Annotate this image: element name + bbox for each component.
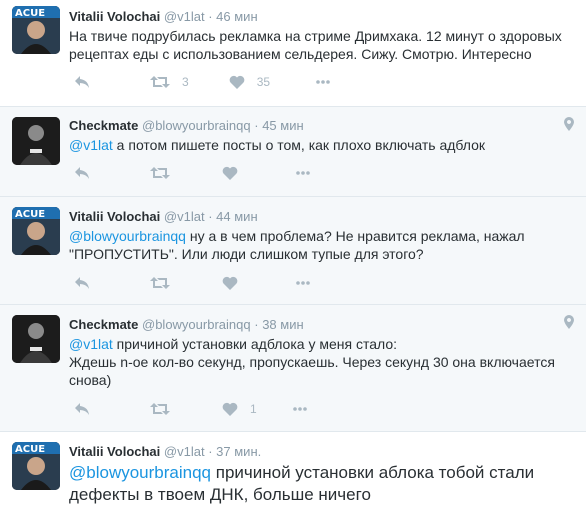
location-pin-icon[interactable] bbox=[564, 117, 574, 136]
like-button[interactable]: 1 bbox=[222, 402, 257, 416]
retweet-count: 3 bbox=[182, 75, 189, 89]
like-button[interactable]: 35 bbox=[229, 75, 270, 89]
avatar-vitalii[interactable]: ACUE bbox=[12, 207, 60, 255]
author-name[interactable]: Vitalii Volochai bbox=[69, 209, 160, 224]
tweet-header: Vitalii Volochai @v1lat · 44 мин bbox=[69, 209, 258, 225]
tweet-timestamp[interactable]: 37 мин. bbox=[216, 444, 261, 459]
reply-icon bbox=[75, 167, 89, 179]
more-button[interactable] bbox=[295, 170, 311, 176]
tweet-header: Checkmate @blowyourbrainqq · 45 мин bbox=[69, 118, 304, 134]
like-icon bbox=[222, 166, 238, 180]
author-name[interactable]: Vitalii Volochai bbox=[69, 444, 160, 459]
retweet-icon bbox=[150, 277, 170, 289]
tweet-5[interactable]: ACUE Vitalii Volochai @v1lat · 37 мин. @… bbox=[0, 432, 586, 514]
tweet-timestamp[interactable]: 45 мин bbox=[262, 118, 303, 133]
like-count: 35 bbox=[256, 75, 271, 89]
author-handle[interactable]: @v1lat bbox=[164, 444, 205, 459]
tweet-text: @v1lat а потом пишете посты о том, как п… bbox=[69, 136, 569, 154]
author-name[interactable]: Vitalii Volochai bbox=[69, 9, 160, 24]
svg-text:ACUE: ACUE bbox=[15, 444, 45, 455]
tweet-header: Checkmate @blowyourbrainqq · 38 мин bbox=[69, 317, 304, 333]
tweet-actions: 3 35 bbox=[74, 74, 331, 90]
mention-link[interactable]: @blowyourbrainqq bbox=[69, 228, 186, 244]
retweet-button[interactable]: 3 bbox=[150, 75, 189, 89]
like-icon bbox=[229, 75, 245, 89]
author-handle[interactable]: @v1lat bbox=[164, 9, 205, 24]
location-pin-icon[interactable] bbox=[564, 315, 574, 334]
reply-icon bbox=[75, 76, 89, 88]
retweet-button[interactable] bbox=[150, 402, 182, 416]
tweet-timestamp[interactable]: 38 мин bbox=[262, 317, 303, 332]
tweet-text: @blowyourbrainqq ну а в чем проблема? Не… bbox=[69, 227, 569, 263]
mention-link[interactable]: @blowyourbrainqq bbox=[69, 463, 211, 482]
reply-button[interactable] bbox=[74, 75, 90, 89]
like-button[interactable] bbox=[222, 166, 250, 180]
author-name[interactable]: Checkmate bbox=[69, 118, 138, 133]
more-icon bbox=[296, 171, 310, 175]
retweet-icon bbox=[150, 167, 170, 179]
tweet-actions bbox=[74, 275, 311, 291]
more-icon bbox=[296, 281, 310, 285]
like-icon bbox=[222, 276, 238, 290]
time-separator: · bbox=[254, 317, 259, 332]
time-separator: · bbox=[208, 209, 213, 224]
avatar-checkmate[interactable] bbox=[12, 117, 60, 165]
tweet-body: причиной установки адблока у меня стало:… bbox=[69, 336, 555, 388]
more-icon bbox=[292, 407, 307, 411]
avatar-checkmate[interactable] bbox=[12, 315, 60, 363]
author-name[interactable]: Checkmate bbox=[69, 317, 138, 332]
tweet-text: @v1lat причиной установки адблока у меня… bbox=[69, 335, 569, 389]
more-button[interactable] bbox=[292, 406, 308, 412]
svg-text:ACUE: ACUE bbox=[15, 209, 45, 220]
like-count: 1 bbox=[250, 402, 257, 416]
avatar-vitalii[interactable]: ACUE bbox=[12, 442, 60, 490]
tweet-header: Vitalii Volochai @v1lat · 37 мин. bbox=[69, 444, 261, 460]
retweet-button[interactable] bbox=[150, 276, 182, 290]
like-button[interactable] bbox=[222, 276, 250, 290]
time-separator: · bbox=[254, 118, 259, 133]
reply-button[interactable] bbox=[74, 276, 90, 290]
tweet-body: На твиче подрубилась рекламка на стриме … bbox=[69, 28, 562, 62]
mention-link[interactable]: @v1lat bbox=[69, 336, 113, 352]
author-handle[interactable]: @blowyourbrainqq bbox=[142, 118, 251, 133]
reply-button[interactable] bbox=[74, 402, 90, 416]
author-handle[interactable]: @v1lat bbox=[164, 209, 205, 224]
tweet-4[interactable]: Checkmate @blowyourbrainqq · 38 мин @v1l… bbox=[0, 305, 586, 432]
more-button[interactable] bbox=[315, 79, 331, 85]
tweet-actions: 1 bbox=[74, 401, 308, 417]
tweet-body: а потом пишете посты о том, как плохо вк… bbox=[112, 137, 486, 153]
tweet-3[interactable]: ACUE Vitalii Volochai @v1lat · 44 мин @b… bbox=[0, 197, 586, 305]
tweet-text: На твиче подрубилась рекламка на стриме … bbox=[69, 27, 569, 63]
reply-icon bbox=[75, 403, 89, 415]
reply-icon bbox=[75, 277, 89, 289]
mention-link[interactable]: @v1lat bbox=[69, 137, 113, 153]
time-separator: · bbox=[208, 444, 213, 459]
more-button[interactable] bbox=[295, 280, 311, 286]
retweet-icon bbox=[150, 403, 170, 415]
retweet-icon bbox=[150, 76, 170, 88]
tweet-timestamp[interactable]: 46 мин bbox=[216, 9, 257, 24]
like-icon bbox=[222, 402, 238, 416]
tweet-1[interactable]: ACUE Vitalii Volochai @v1lat · 46 мин На… bbox=[0, 0, 586, 107]
retweet-button[interactable] bbox=[150, 166, 182, 180]
time-separator: · bbox=[208, 9, 213, 24]
tweet-2[interactable]: Checkmate @blowyourbrainqq · 45 мин @v1l… bbox=[0, 107, 586, 197]
more-icon bbox=[316, 80, 330, 84]
author-handle[interactable]: @blowyourbrainqq bbox=[142, 317, 251, 332]
tweet-text: @blowyourbrainqq причиной установки абло… bbox=[69, 462, 569, 506]
reply-button[interactable] bbox=[74, 166, 90, 180]
tweet-timestamp[interactable]: 44 мин bbox=[216, 209, 257, 224]
tweet-actions bbox=[74, 165, 311, 181]
tweet-header: Vitalii Volochai @v1lat · 46 мин bbox=[69, 9, 258, 25]
svg-text:ACUE: ACUE bbox=[15, 8, 45, 19]
avatar-vitalii[interactable]: ACUE bbox=[12, 6, 60, 54]
